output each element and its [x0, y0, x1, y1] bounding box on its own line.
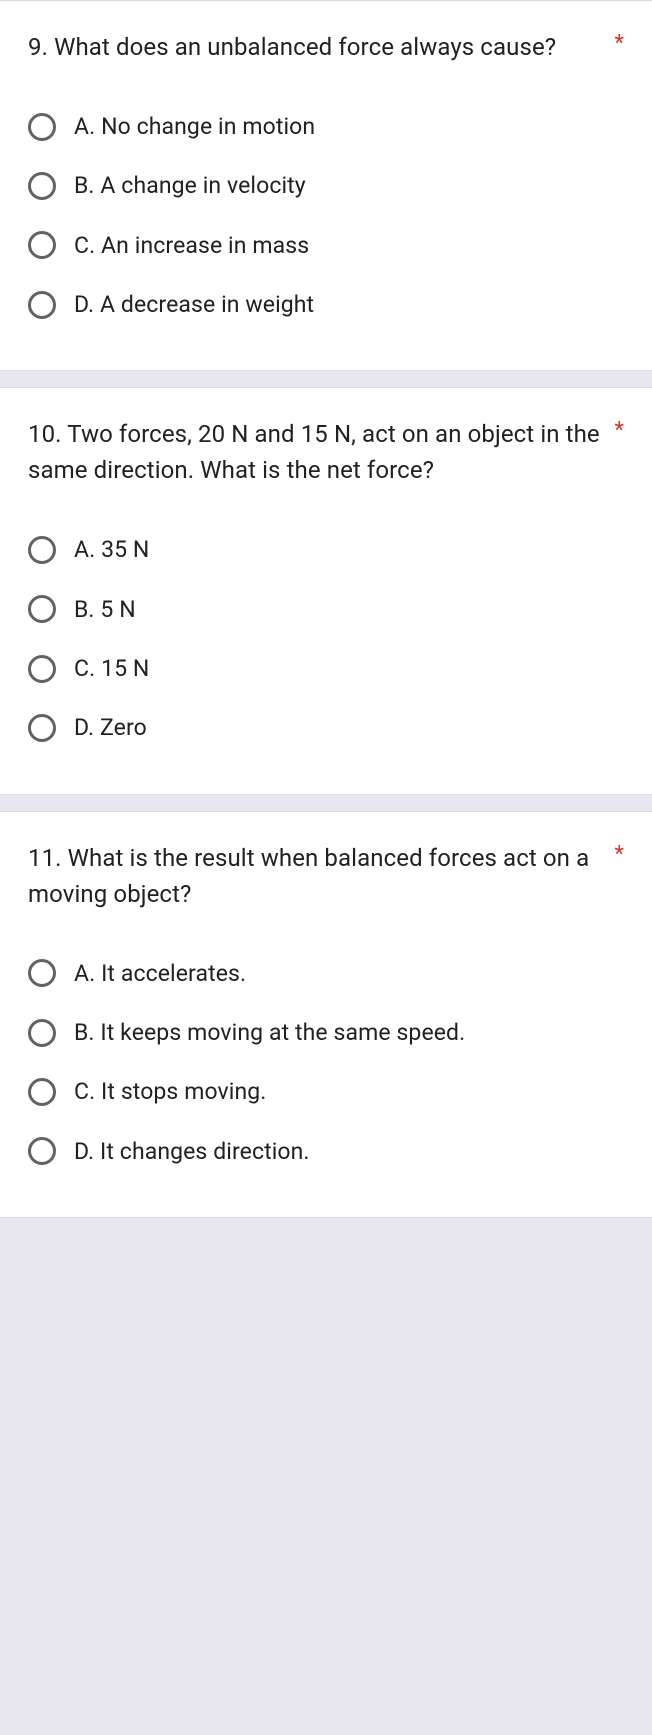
- required-indicator: *: [615, 29, 624, 60]
- option-label: B. 5 N: [74, 593, 136, 626]
- question-header: 10. Two forces, 20 N and 15 N, act on an…: [28, 416, 624, 488]
- radio-icon: [28, 959, 56, 987]
- option-label: B. It keeps moving at the same speed.: [74, 1016, 465, 1049]
- option-label: A. 35 N: [74, 533, 149, 566]
- radio-icon: [28, 714, 56, 742]
- question-card-9: 9. What does an unbalanced force always …: [0, 0, 652, 371]
- option-d[interactable]: D. Zero: [28, 698, 624, 757]
- radio-icon: [28, 1019, 56, 1047]
- question-header: 9. What does an unbalanced force always …: [28, 29, 624, 65]
- option-d[interactable]: D. A decrease in weight: [28, 275, 624, 334]
- option-label: A. It accelerates.: [74, 957, 246, 990]
- option-label: C. 15 N: [74, 652, 149, 685]
- radio-icon: [28, 536, 56, 564]
- radio-icon: [28, 1078, 56, 1106]
- option-label: D. A decrease in weight: [74, 288, 314, 321]
- radio-icon: [28, 231, 56, 259]
- question-text: 9. What does an unbalanced force always …: [28, 29, 603, 65]
- option-b[interactable]: B. A change in velocity: [28, 156, 624, 215]
- question-header: 11. What is the result when balanced for…: [28, 840, 624, 912]
- option-label: C. An increase in mass: [74, 229, 309, 262]
- question-text: 11. What is the result when balanced for…: [28, 840, 603, 912]
- option-c[interactable]: C. An increase in mass: [28, 216, 624, 275]
- required-indicator: *: [615, 416, 624, 447]
- option-label: A. No change in motion: [74, 110, 315, 143]
- option-a[interactable]: A. No change in motion: [28, 97, 624, 156]
- option-b[interactable]: B. It keeps moving at the same speed.: [28, 1003, 624, 1062]
- option-label: B. A change in velocity: [74, 169, 306, 202]
- option-a[interactable]: A. 35 N: [28, 520, 624, 579]
- option-d[interactable]: D. It changes direction.: [28, 1122, 624, 1181]
- radio-icon: [28, 1137, 56, 1165]
- question-card-11: 11. What is the result when balanced for…: [0, 811, 652, 1218]
- question-text: 10. Two forces, 20 N and 15 N, act on an…: [28, 416, 603, 488]
- radio-icon: [28, 655, 56, 683]
- option-a[interactable]: A. It accelerates.: [28, 944, 624, 1003]
- required-indicator: *: [615, 840, 624, 871]
- option-label: D. It changes direction.: [74, 1135, 310, 1168]
- radio-icon: [28, 595, 56, 623]
- option-c[interactable]: C. 15 N: [28, 639, 624, 698]
- radio-icon: [28, 291, 56, 319]
- radio-icon: [28, 113, 56, 141]
- question-card-10: 10. Two forces, 20 N and 15 N, act on an…: [0, 387, 652, 794]
- option-label: D. Zero: [74, 711, 147, 744]
- radio-icon: [28, 172, 56, 200]
- option-c[interactable]: C. It stops moving.: [28, 1062, 624, 1121]
- option-label: C. It stops moving.: [74, 1075, 266, 1108]
- option-b[interactable]: B. 5 N: [28, 580, 624, 639]
